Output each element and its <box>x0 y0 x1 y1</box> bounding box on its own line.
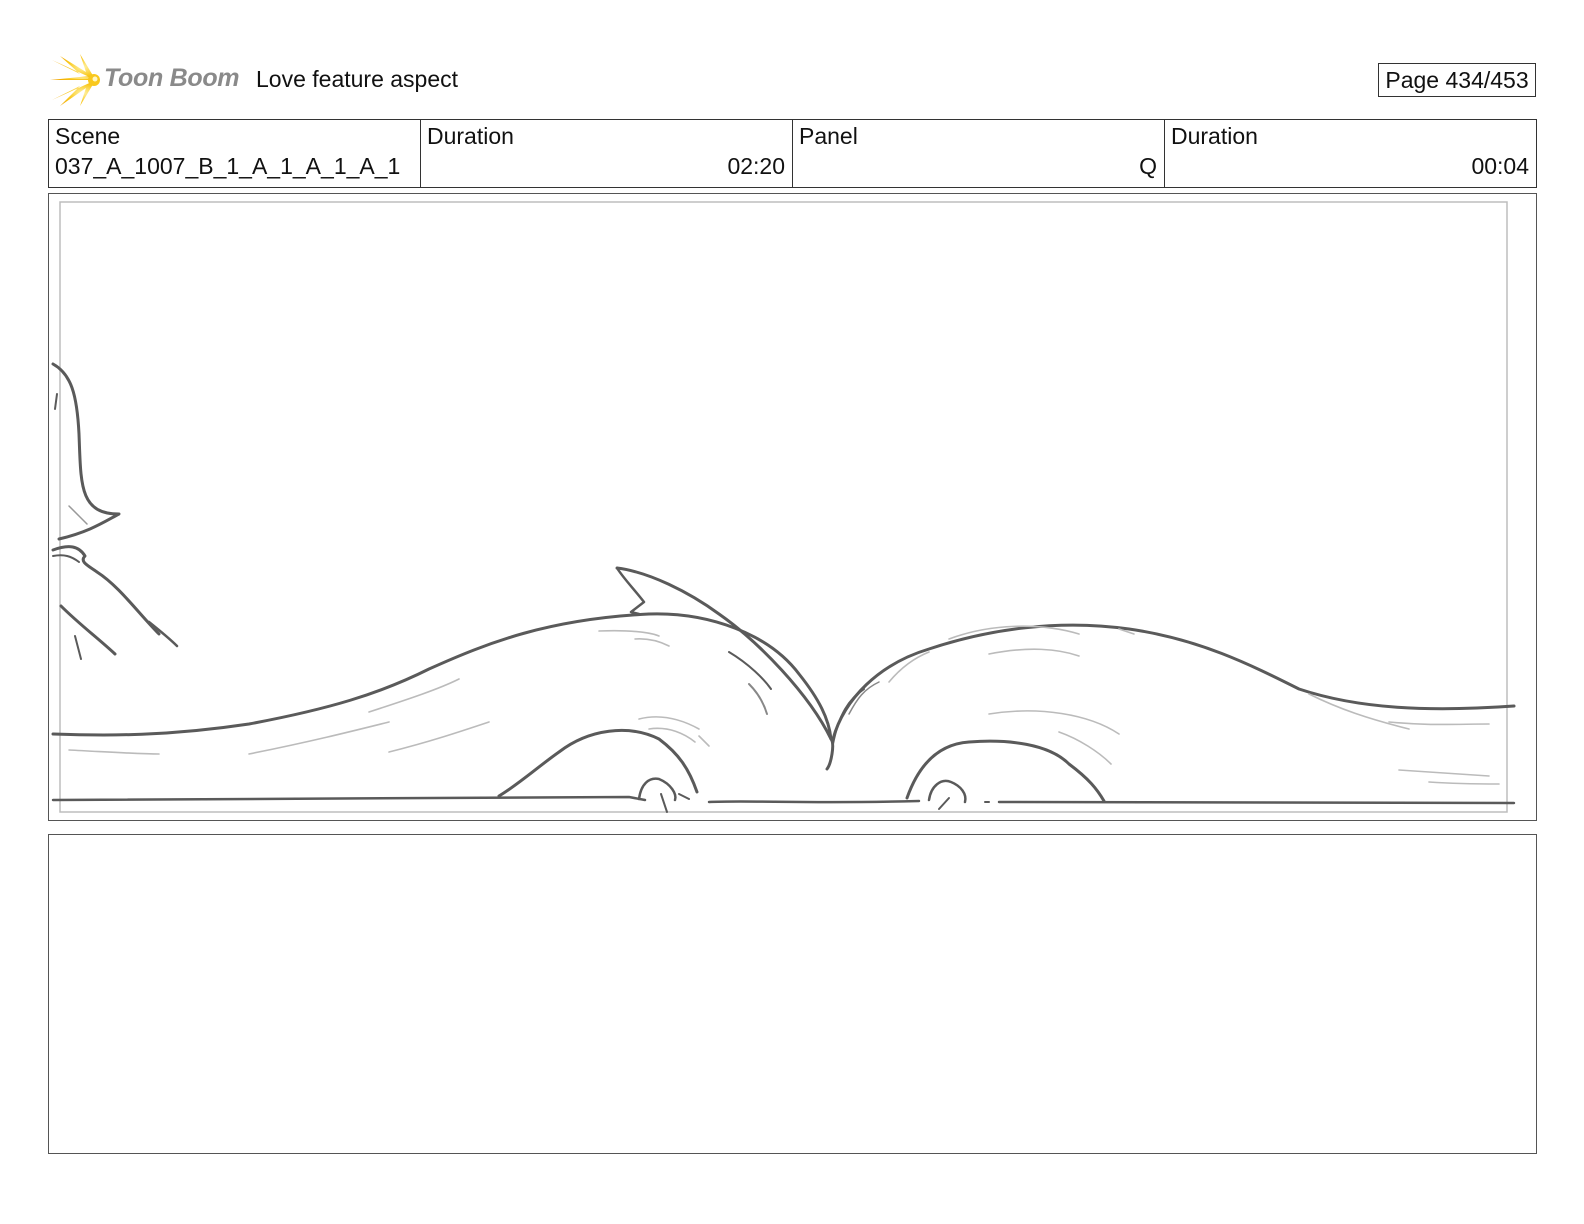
panel-notes-box <box>48 834 1537 1154</box>
project-title: Love feature aspect <box>256 66 459 92</box>
scene-label: Scene <box>55 123 121 149</box>
panel-sketch-image <box>51 201 1516 813</box>
scene-duration-cell: Duration 02:20 <box>421 120 793 187</box>
scene-duration-label: Duration <box>427 123 514 149</box>
star-burst-icon <box>50 54 100 106</box>
storyboard-panel <box>48 193 1537 821</box>
logo-wordmark: Toon Boom <box>104 64 240 92</box>
panel-label: Panel <box>799 123 858 149</box>
page-indicator: Page 434/453 <box>1378 63 1536 97</box>
panel-duration-label: Duration <box>1171 123 1258 149</box>
scene-info-table: Scene 037_A_1007_B_1_A_1_A_1_A_1 Duratio… <box>48 119 1537 188</box>
scene-duration-value: 02:20 <box>727 153 785 179</box>
scene-cell: Scene 037_A_1007_B_1_A_1_A_1_A_1 <box>49 120 421 187</box>
panel-value: Q <box>1139 153 1157 179</box>
panel-duration-value: 00:04 <box>1471 153 1529 179</box>
scene-value: 037_A_1007_B_1_A_1_A_1_A_1 <box>55 153 401 179</box>
panel-cell: Panel Q <box>793 120 1165 187</box>
panel-duration-cell: Duration 00:04 <box>1165 120 1536 187</box>
